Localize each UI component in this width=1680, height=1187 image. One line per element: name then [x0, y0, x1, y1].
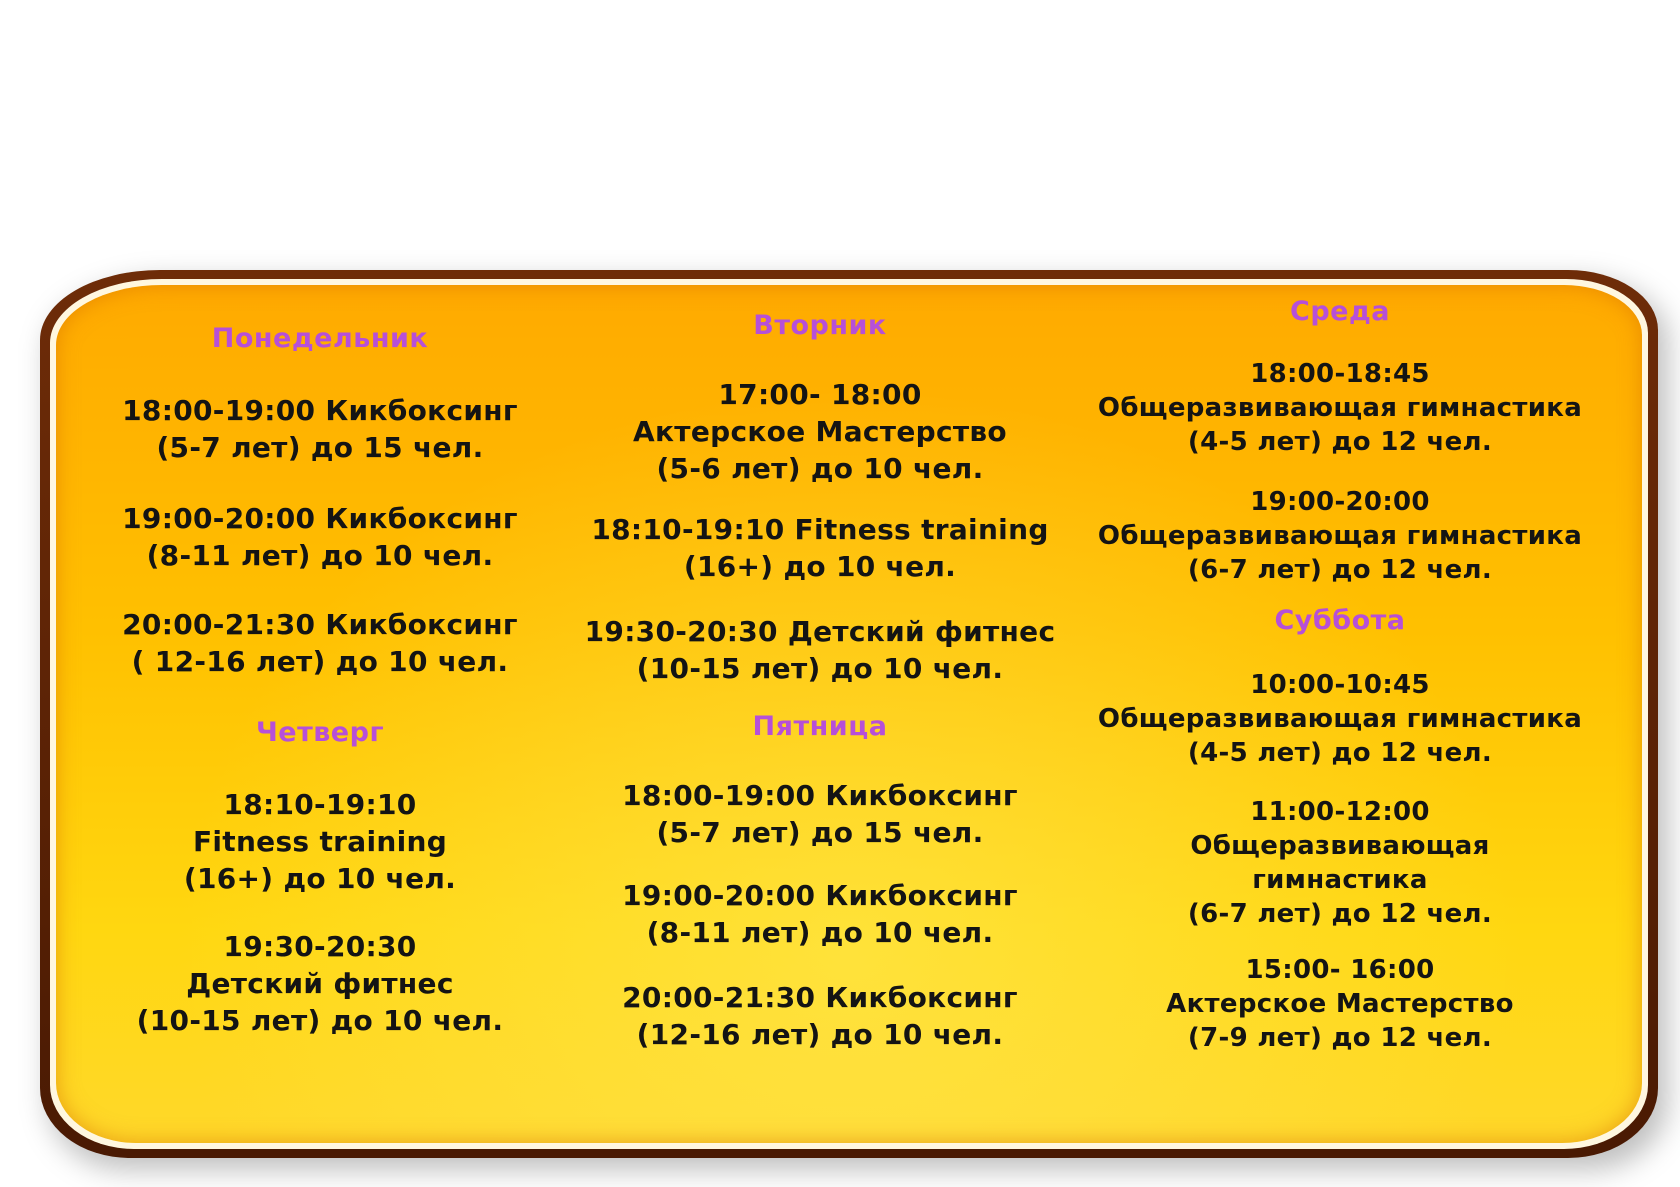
entry-line: 19:30-20:30	[223, 930, 417, 963]
day-heading-wednesday: Среда	[1290, 296, 1390, 327]
class-entry: 18:10-19:10 Fitness training (16+) до 10…	[70, 786, 570, 897]
class-entry: 19:00-20:00 Кикбоксинг (8-11 лет) до 10 …	[560, 877, 1080, 951]
entry-line: 15:00- 16:00	[1245, 955, 1435, 985]
entry-line: Актерское Мастерство	[633, 415, 1007, 448]
day-heading-friday: Пятница	[752, 711, 888, 742]
entry-line: (6-7 лет) до 12 чел.	[1187, 555, 1493, 585]
entry-line: 19:30-20:30 Детский фитнес	[584, 615, 1056, 648]
entry-line: 17:00- 18:00	[718, 378, 922, 411]
entry-line: 20:00-21:30 Кикбоксинг	[622, 981, 1018, 1014]
entry-line: ( 12-16 лет) до 10 чел.	[131, 645, 509, 678]
day-heading-thursday: Четверг	[255, 717, 385, 748]
entry-line: (4-5 лет) до 12 чел.	[1187, 738, 1493, 768]
entry-line: (5-6 лет) до 10 чел.	[656, 452, 984, 485]
class-entry: 18:00-18:45 Общеразвивающая гимнастика (…	[1080, 357, 1600, 459]
entry-line: 20:00-21:30 Кикбоксинг	[122, 608, 518, 641]
entry-line: (10-15 лет) до 10 чел.	[136, 1004, 504, 1037]
class-entry: 11:00-12:00 Общеразвивающая гимнастика (…	[1080, 795, 1600, 931]
entry-line: Общеразвивающая	[1190, 831, 1490, 861]
class-entry: 18:00-19:00 Кикбоксинг (5-7 лет) до 15 ч…	[70, 392, 570, 466]
class-entry: 19:00-20:00 Кикбоксинг (8-11 лет) до 10 …	[70, 500, 570, 574]
day-heading-tuesday: Вторник	[753, 310, 887, 341]
entry-line: (5-7 лет) до 15 чел.	[656, 816, 984, 849]
entry-line: (12-16 лет) до 10 чел.	[636, 1018, 1004, 1051]
entry-line: 18:10-19:10 Fitness training	[591, 513, 1049, 546]
class-entry: 19:00-20:00 Общеразвивающая гимнастика (…	[1080, 485, 1600, 587]
entry-line: Детский фитнес	[186, 967, 454, 1000]
entry-line: 18:00-19:00 Кикбоксинг	[622, 779, 1018, 812]
entry-line: (5-7 лет) до 15 чел.	[156, 431, 484, 464]
entry-line: 18:00-18:45	[1250, 359, 1430, 389]
entry-line: (10-15 лет) до 10 чел.	[636, 652, 1004, 685]
class-entry: 19:30-20:30 Детский фитнес (10-15 лет) д…	[70, 928, 570, 1039]
class-entry: 17:00- 18:00 Актерское Мастерство (5-6 л…	[560, 376, 1080, 487]
entry-line: 19:00-20:00 Кикбоксинг	[122, 502, 518, 535]
entry-line: (16+) до 10 чел.	[183, 862, 457, 895]
entry-line: (4-5 лет) до 12 чел.	[1187, 427, 1493, 457]
class-entry: 10:00-10:45 Общеразвивающая гимнастика (…	[1080, 668, 1600, 770]
day-heading-monday: Понедельник	[211, 323, 429, 354]
entry-line: 18:10-19:10	[223, 788, 417, 821]
entry-line: 11:00-12:00	[1250, 797, 1430, 827]
entry-line: (16+) до 10 чел.	[683, 550, 957, 583]
entry-line: (8-11 лет) до 10 чел.	[646, 916, 994, 949]
entry-line: Общеразвивающая гимнастика	[1097, 393, 1583, 423]
class-entry: 19:30-20:30 Детский фитнес (10-15 лет) д…	[560, 613, 1080, 687]
entry-line: (6-7 лет) до 12 чел.	[1187, 899, 1493, 929]
class-entry: 18:00-19:00 Кикбоксинг (5-7 лет) до 15 ч…	[560, 777, 1080, 851]
class-entry: 20:00-21:30 Кикбоксинг (12-16 лет) до 10…	[560, 979, 1080, 1053]
entry-line: (7-9 лет) до 12 чел.	[1187, 1023, 1493, 1053]
entry-line: 10:00-10:45	[1250, 670, 1430, 700]
entry-line: Fitness training	[192, 825, 448, 858]
day-heading-saturday: Суббота	[1274, 605, 1406, 636]
class-entry: 15:00- 16:00 Актерское Мастерство (7-9 л…	[1080, 953, 1600, 1055]
entry-line: Актерское Мастерство	[1166, 989, 1514, 1019]
entry-line: Общеразвивающая гимнастика	[1097, 521, 1583, 551]
entry-line: 19:00-20:00 Кикбоксинг	[622, 879, 1018, 912]
class-entry: 18:10-19:10 Fitness training (16+) до 10…	[560, 511, 1080, 585]
entry-line: гимнастика	[1252, 865, 1428, 895]
entry-line: 19:00-20:00	[1250, 487, 1430, 517]
class-entry: 20:00-21:30 Кикбоксинг ( 12-16 лет) до 1…	[70, 606, 570, 680]
entry-line: (8-11 лет) до 10 чел.	[146, 539, 494, 572]
entry-line: 18:00-19:00 Кикбоксинг	[122, 394, 518, 427]
entry-line: Общеразвивающая гимнастика	[1097, 704, 1583, 734]
